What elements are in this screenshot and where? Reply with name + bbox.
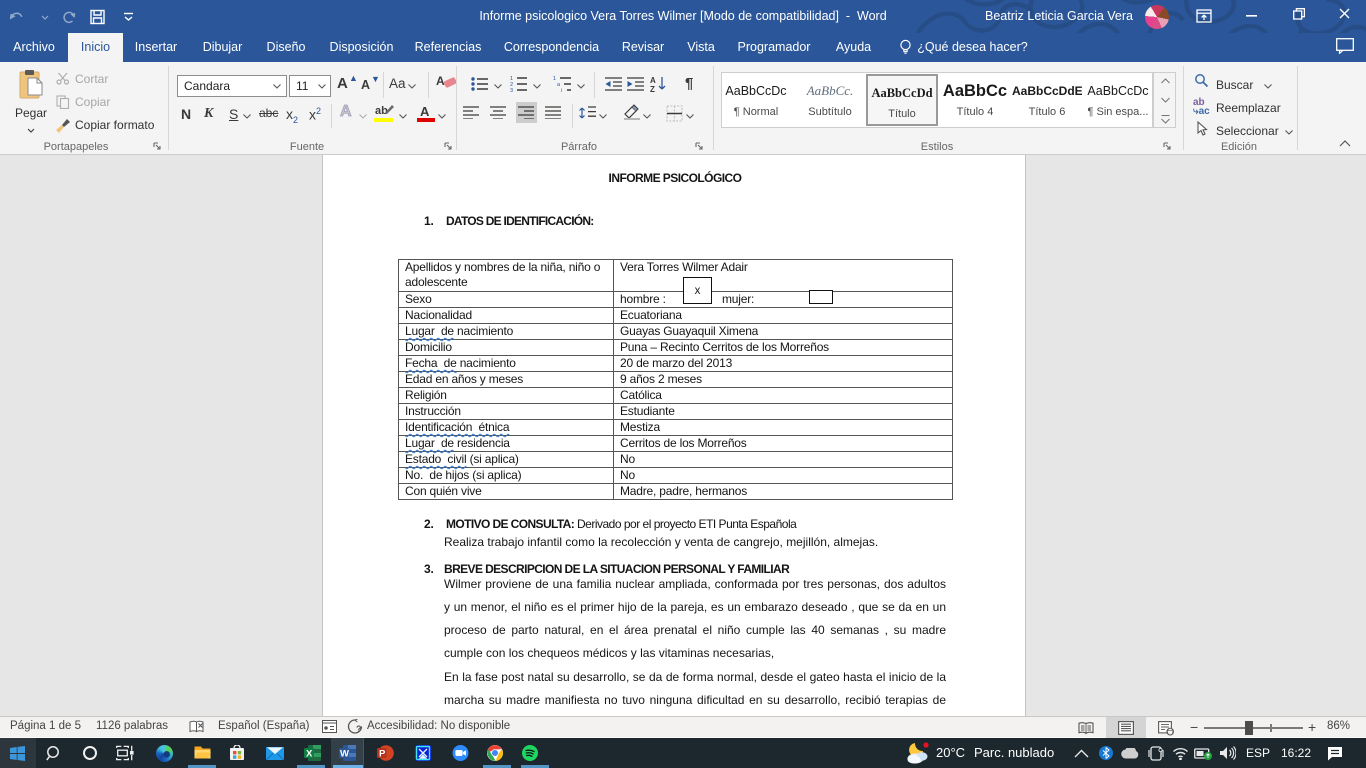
svg-text:Z: Z (650, 85, 655, 92)
svg-text:3: 3 (510, 88, 513, 92)
svg-text:?: ? (356, 724, 362, 734)
svg-text:1: 1 (553, 76, 556, 82)
svg-text:A: A (650, 76, 656, 85)
svg-text:i: i (561, 88, 562, 92)
svg-text:X: X (306, 749, 313, 760)
svg-text:W: W (340, 749, 349, 760)
svg-text:P: P (379, 749, 386, 760)
